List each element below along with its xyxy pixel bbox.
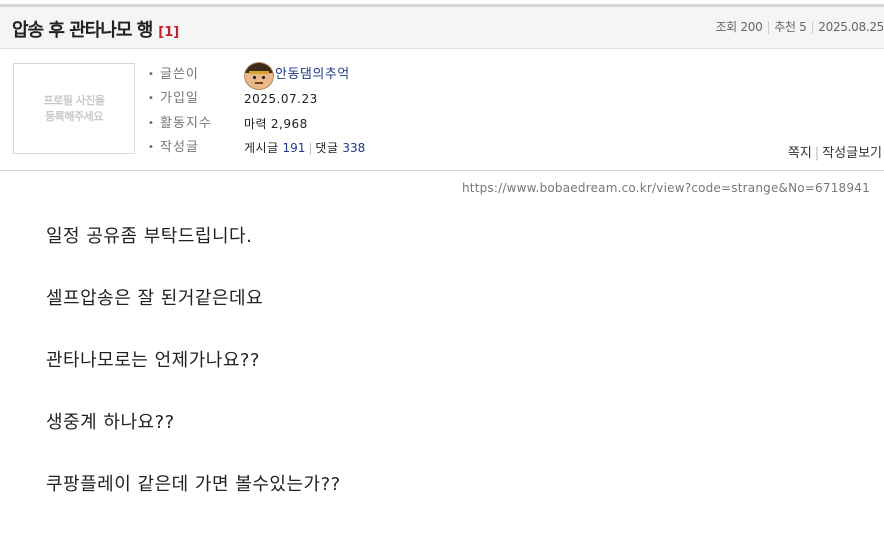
post-title-text: 압송 후 관타나모 행 [12,20,153,41]
power-value: 2,968 [270,117,308,131]
content-line: 셀프압송은 잘 된거같은데요 [46,288,264,309]
content-line: 쿠팡플레이 같은데 가면 볼수있는가?? [46,474,341,495]
post-stats: 조회 200 | 추천 5 | 2025.08.25 [715,20,884,34]
profile-photo-placeholder: 프로필 사진을 등록해주세요 [13,63,135,154]
bullet-dot-icon: • [148,69,154,80]
activity-label: 활동지수 [160,116,212,131]
message-link[interactable]: 쪽지 [788,146,812,161]
join-date-value: 2025.07.23 [244,92,318,106]
profile-placeholder-text: 프로필 사진을 등록해주세요 [34,93,114,125]
post-count-label: 게시글 [244,141,279,155]
posts-label: 작성글 [160,140,199,155]
author-label: 글쓴이 [160,67,199,82]
view-posts-link[interactable]: 작성글보기 [822,146,882,161]
power-label: 마력 [244,117,268,131]
post-title: 압송 후 관타나모 행 [1] [12,16,179,42]
content-line: 생중계 하나요?? [46,412,175,433]
divider [0,170,884,171]
reply-count: 338 [342,141,366,155]
bullet-dot-icon: • [148,118,154,129]
comment-count-link[interactable]: [1] [158,25,179,40]
activity-value: 마력 2,968 [244,113,308,135]
bullet-dot-icon: • [148,93,154,104]
post-header: 압송 후 관타나모 행 [1] 조회 200 | 추천 5 | 2025.08.25 [0,7,884,49]
content-line: 일정 공유좀 부탁드립니다. [46,226,253,247]
character-avatar-icon[interactable] [244,62,274,90]
join-date-label: 가입일 [160,91,199,106]
post-url: https://www.bobaedream.co.kr/view?code=s… [462,181,870,195]
view-count: 조회 200 [715,20,763,34]
post-date: 2025.08.25 [818,20,884,34]
author-actions: 쪽지 | 작성글보기 [787,146,882,161]
reply-count-label: 댓글 [315,141,339,155]
bullet-dot-icon: • [148,142,154,153]
posts-value: 게시글 191 | 댓글 338 [244,141,366,155]
profile-placeholder-line1: 프로필 사진을 [43,93,105,107]
content-line: 관타나모로는 언제가나요?? [46,350,260,371]
profile-placeholder-line2: 등록해주세요 [45,109,103,123]
recommend-count: 추천 5 [774,20,807,34]
post-content: 일정 공유좀 부탁드립니다. 셀프압송은 잘 된거같은데요 관타나모로는 언제가… [46,222,341,532]
author-nickname-link[interactable]: 안동댐의추억 [275,64,350,86]
post-count: 191 [282,141,306,155]
